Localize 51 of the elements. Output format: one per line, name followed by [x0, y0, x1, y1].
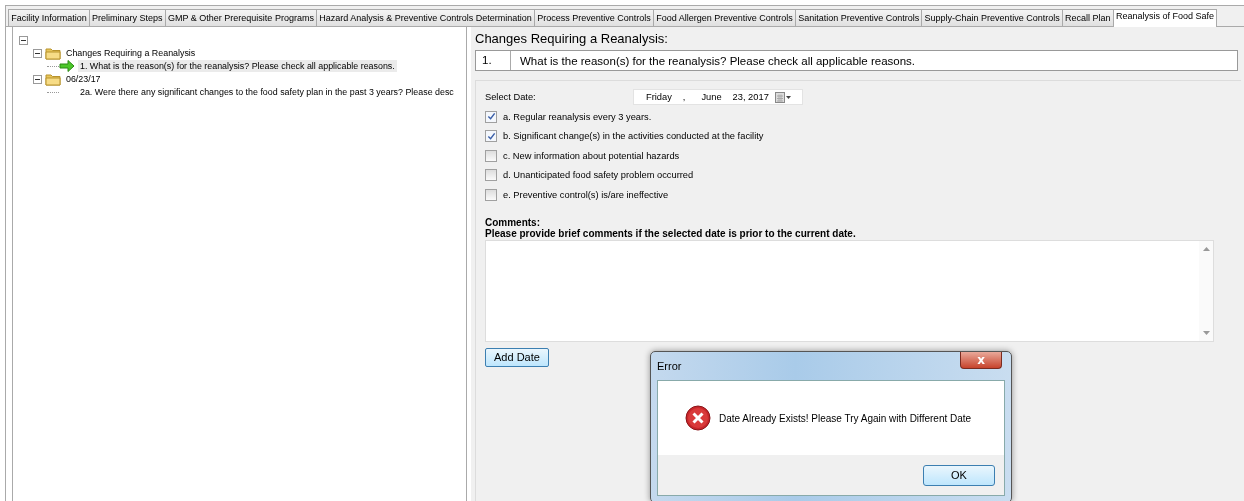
tree-item[interactable]: 2a. Were there any significant changes to the food safety plan in the past 3 years? Please desc — [78, 86, 456, 98]
tab[interactable]: Food Allergen Preventive Controls — [653, 9, 796, 26]
comments-field[interactable] — [485, 239, 1214, 342]
collapse-icon[interactable] — [33, 48, 42, 58]
scroll-down-icon[interactable] — [1202, 330, 1210, 335]
calendar-dropdown-icon — [774, 91, 792, 103]
tab[interactable]: Preliminary Steps — [88, 9, 166, 26]
date-part: Friday — [646, 92, 672, 102]
dialog-title: Error — [657, 360, 682, 372]
tree-item[interactable]: 1. What is the reason(s) for the reanalysis? Please check all applicable reasons. — [78, 60, 397, 72]
checkbox-label: b. Significant change(s) in the activities conducted at the facility — [503, 131, 764, 141]
date-part: June — [701, 92, 722, 102]
section-title: Changes Requiring a Reanalysis: — [475, 31, 669, 47]
tree-item[interactable]: Changes Requiring a Reanalysis — [64, 47, 198, 59]
folder-icon — [45, 46, 61, 60]
ok-button[interactable]: OK — [923, 464, 995, 486]
arrow-icon — [59, 59, 75, 73]
checkbox[interactable] — [485, 169, 497, 181]
tab[interactable]: Facility Information — [8, 9, 90, 26]
tab[interactable]: Reanalysis of Food Safe — [1112, 9, 1218, 27]
tab[interactable]: Sanitation Preventive Controls — [794, 9, 923, 26]
scroll-up-icon[interactable] — [1202, 246, 1210, 251]
checkbox-label: d. Unanticipated food safety problem occurred — [503, 170, 694, 180]
checkbox[interactable] — [485, 110, 497, 123]
date-part: 23, 2017 — [732, 92, 769, 102]
collapse-icon[interactable] — [19, 35, 28, 45]
date-part: , — [682, 92, 686, 102]
checkbox-label: e. Preventive control(s) is/are ineffective — [503, 189, 669, 200]
folder-icon — [45, 72, 61, 86]
add-date-button[interactable]: Add Date — [485, 347, 549, 367]
scrollbar[interactable] — [1199, 240, 1213, 341]
tab[interactable]: Recall Plan — [1061, 9, 1114, 26]
tree-item[interactable]: 06/23/17 — [64, 73, 103, 85]
tab[interactable]: GMP & Other Prerequisite Programs — [164, 9, 318, 26]
field-label: Select Date: — [485, 92, 537, 102]
question-text: What is the reason(s) for the reanalysis? Please check all applicable reasons. — [519, 54, 916, 67]
checkbox[interactable] — [485, 188, 497, 201]
tab[interactable]: Process Preventive Controls — [534, 9, 654, 26]
error-icon — [685, 405, 711, 431]
error-message: Date Already Exists! Please Try Again with Different Date — [719, 412, 972, 424]
checkbox[interactable] — [485, 149, 497, 162]
tab[interactable]: Hazard Analysis & Preventive Controls Determination — [316, 9, 536, 26]
collapse-icon[interactable] — [33, 74, 42, 84]
checkbox-label: a. Regular reanalysis every 3 years. — [503, 111, 652, 122]
question-number: 1. — [476, 51, 511, 70]
checkbox[interactable] — [485, 130, 497, 142]
checkbox-label: c. New information about potential hazards — [503, 150, 680, 161]
date-picker[interactable]: Friday , June 23, 2017 — [633, 89, 803, 105]
comments-label: Comments: — [485, 216, 540, 228]
tab[interactable]: Supply-Chain Preventive Controls — [921, 9, 1063, 26]
comments-hint: Please provide brief comments if the selected date is prior to the current date. — [485, 227, 856, 239]
